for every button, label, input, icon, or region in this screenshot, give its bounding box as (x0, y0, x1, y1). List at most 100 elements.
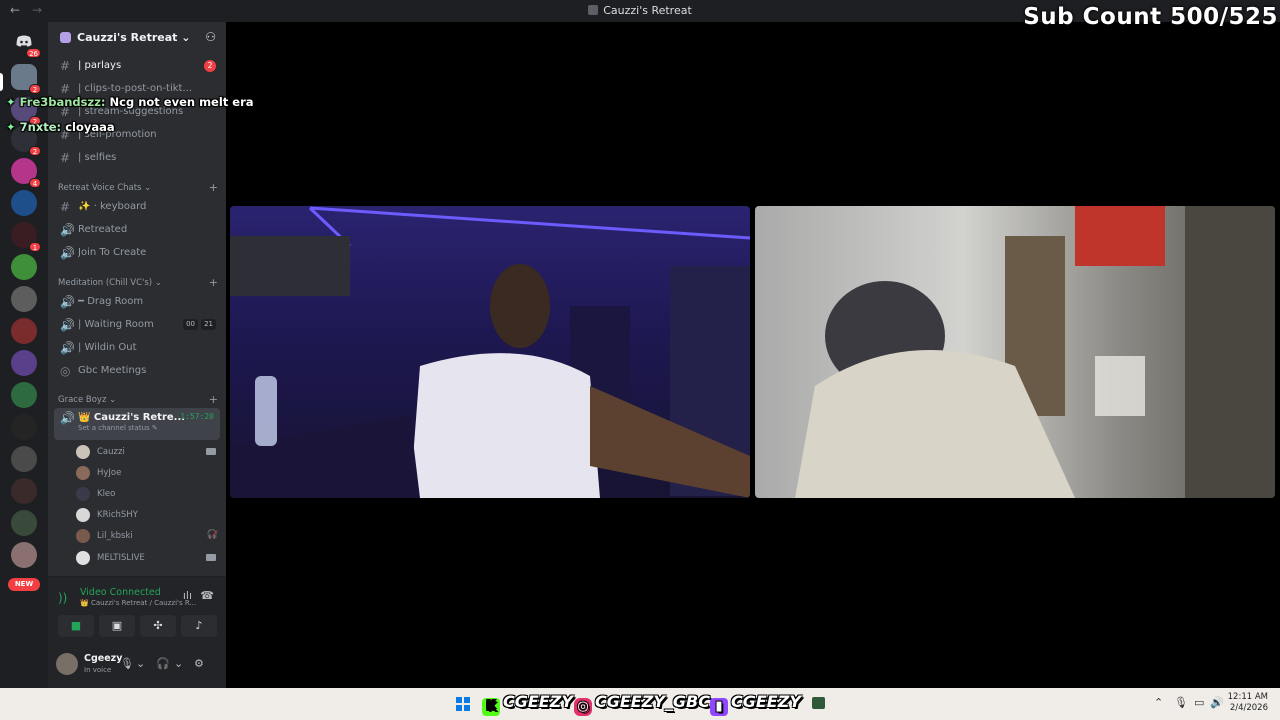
voice-channel-retreated[interactable]: 🔊 Retreated (54, 220, 220, 240)
deafened-icon: 🎧̸ (206, 530, 218, 540)
voice-channel-join-to-create[interactable]: 🔊 Join To Create (54, 243, 220, 263)
stage-channel-gbc-meetings[interactable]: ◎ Gbc Meetings (54, 361, 220, 381)
voice-member[interactable]: MELTISLIVE (76, 549, 220, 567)
video-tile[interactable] (755, 206, 1275, 498)
voice-member[interactable]: Lil_kbski 🎧̸ (76, 527, 220, 545)
channel-parlays[interactable]: # | parlays 2 (54, 56, 220, 76)
avatar (76, 551, 90, 565)
server-badge-icon (60, 32, 71, 43)
speaker-icon: 🔊 (60, 223, 75, 237)
voice-member[interactable]: Cauzzi (76, 443, 220, 461)
channel-selfies[interactable]: # | selfies (54, 148, 220, 168)
mention-badge: 2 (204, 60, 216, 72)
sub-count-overlay: Sub Count 500/525 (1023, 4, 1278, 30)
video-feed-1 (230, 206, 750, 498)
avatar (76, 487, 90, 501)
activities-icon[interactable]: ✣ (140, 615, 176, 637)
category-voice-chats[interactable]: Retreat Voice Chats ⌄ + (58, 181, 218, 194)
speaker-icon: 🔊 (60, 341, 75, 355)
avatar (76, 508, 90, 522)
disconnect-icon[interactable]: ☎ (200, 589, 214, 602)
app-icon[interactable] (812, 697, 825, 709)
server-icon[interactable] (11, 446, 37, 472)
instagram-icon: ◎ (574, 698, 592, 716)
window-title-text: Cauzzi's Retreat (603, 4, 692, 17)
server-icon (588, 5, 599, 15)
voice-channel-keyboard[interactable]: # ✨ · keyboard (54, 197, 220, 217)
server-icon[interactable] (11, 350, 37, 376)
voice-channel-wildin-out[interactable]: 🔊 | Wildin Out (54, 338, 220, 358)
plus-icon[interactable]: + (209, 276, 218, 289)
server-icon[interactable] (11, 318, 37, 344)
channel-label: Retreated (78, 224, 128, 235)
member-name: Cauzzi (97, 447, 125, 457)
headphones-icon[interactable]: 🎧 (156, 657, 170, 670)
server-icon[interactable] (11, 254, 37, 280)
server-icon-selected[interactable]: 2 (11, 64, 41, 94)
stage-icon: ◎ (60, 364, 71, 378)
chevron-up-icon[interactable]: ⌃ (1154, 696, 1163, 709)
soundboard-icon[interactable]: ♪ (181, 615, 217, 637)
voice-member[interactable]: Kleo (76, 485, 220, 503)
gear-icon[interactable]: ⚙ (194, 657, 204, 670)
video-feed-2 (795, 206, 1275, 498)
server-icon[interactable] (11, 510, 37, 536)
server-icon[interactable] (11, 190, 37, 216)
server-icon[interactable] (11, 542, 37, 568)
windows-start-icon[interactable] (456, 697, 470, 711)
voice-status[interactable]: Video Connected (80, 587, 161, 598)
network-icon[interactable]: ▭ (1194, 696, 1204, 709)
add-user-icon[interactable]: ⚇ (205, 30, 216, 44)
taskbar: K CGEEZY ◎ CGEEZY_GBC ▮ CGEEZY ⌃ 🎙 ▭ 🔊 12:1… (0, 688, 1280, 720)
signal-icon[interactable]: )) (58, 591, 67, 605)
member-name: KRichSHY (97, 510, 138, 520)
system-clock[interactable]: 12:11 AM 2/4/2026 (1228, 692, 1268, 714)
voice-channel-drag-room[interactable]: 🔊 ━ Drag Room (54, 292, 220, 312)
voice-channel-waiting-room[interactable]: 🔊 | Waiting Room 00 21 (54, 315, 220, 335)
voice-channel-active[interactable]: 🔊 👑 Cauzzi's Retre... 1:57:20 Set a chan… (54, 408, 220, 440)
server-icon[interactable]: 4 (11, 158, 41, 188)
microphone-icon[interactable]: 🎙 (1174, 696, 1188, 709)
chat-user: 7nxte: (19, 120, 62, 134)
notification-badge: 2 (29, 84, 41, 94)
hash-icon: # (60, 82, 71, 96)
server-header[interactable]: Cauzzi's Retreat ⌄ ⚇ (48, 22, 226, 54)
avatar[interactable] (56, 653, 78, 675)
hash-icon: # (60, 151, 71, 165)
channel-status[interactable]: Set a channel status ✎ (78, 424, 158, 432)
voice-member[interactable]: HyJoe (76, 464, 220, 482)
camera-icon[interactable]: ■ (58, 615, 94, 637)
microphone-icon[interactable]: 🎙 (120, 657, 134, 670)
volume-icon[interactable]: 🔊 (1210, 696, 1224, 709)
server-icon[interactable] (11, 478, 37, 504)
category-grace-boyz[interactable]: Grace Boyz ⌄ + (58, 393, 218, 406)
voice-location: 👑 Cauzzi's Retreat / Cauzzi's R... (80, 599, 197, 607)
video-tile[interactable] (230, 206, 750, 498)
screen-share-icon[interactable]: ▣ (99, 615, 135, 637)
clock-time: 12:11 AM (1227, 692, 1268, 702)
server-icon[interactable] (11, 414, 37, 440)
speaker-icon: 🔊 (60, 295, 75, 309)
server-name: Cauzzi's Retreat ⌄ (77, 31, 191, 44)
server-icon[interactable] (11, 382, 37, 408)
new-badge[interactable]: NEW (8, 578, 40, 591)
voice-member[interactable]: KRichSHY (76, 506, 220, 524)
clock-date: 2/4/2026 (1229, 703, 1268, 713)
category-meditation[interactable]: Meditation (Chill VC's) ⌄ + (58, 276, 218, 289)
avatar (76, 529, 90, 543)
chevron-down-icon[interactable]: ⌄ (174, 657, 183, 670)
server-icon[interactable]: 1 (11, 222, 41, 252)
notification-badge: 2 (29, 146, 41, 156)
discord-home-icon[interactable]: 26 (11, 28, 41, 58)
plus-icon[interactable]: + (209, 181, 218, 194)
noise-suppression-icon[interactable]: ılı (183, 589, 192, 602)
member-name: Kleo (97, 489, 116, 499)
speaker-icon: 🔊 (60, 411, 75, 425)
kick-icon: K (482, 698, 500, 716)
server-icon[interactable] (11, 286, 37, 312)
twitch-icon: ▮ (710, 698, 728, 716)
plus-icon[interactable]: + (209, 393, 218, 406)
chevron-down-icon[interactable]: ⌄ (136, 657, 145, 670)
notification-badge: 26 (26, 48, 41, 58)
username[interactable]: Cgeezy (84, 653, 122, 664)
